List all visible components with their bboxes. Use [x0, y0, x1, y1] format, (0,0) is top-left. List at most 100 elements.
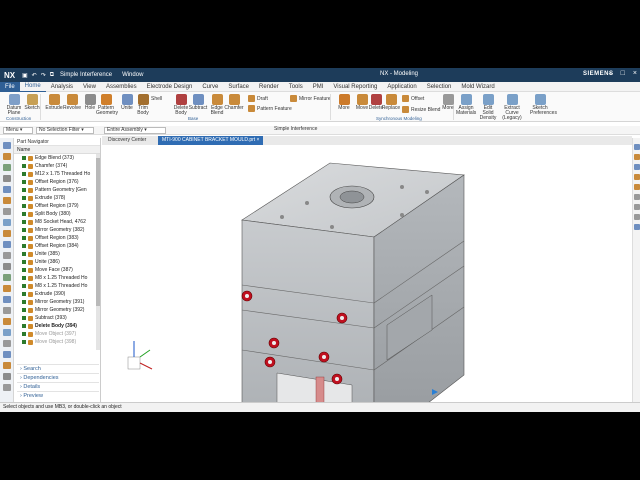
resource-bar-icon[interactable] [3, 219, 11, 226]
checkmark-icon[interactable] [22, 260, 26, 264]
resource-bar-icon[interactable] [3, 197, 11, 204]
checkmark-icon[interactable] [22, 276, 26, 280]
resource-bar-icon[interactable] [3, 142, 11, 149]
pattern-geometry-button[interactable]: Pattern Geometry [96, 94, 118, 116]
feature-tree-item[interactable]: M8 x 1.25 Threaded Ho [14, 282, 100, 290]
checkmark-icon[interactable] [22, 252, 26, 256]
tab-home[interactable]: Home [19, 81, 46, 93]
tab-active-part[interactable]: MTI-900 CABINET BRACKET MOULD.prt × [158, 136, 264, 145]
resource-bar-icon[interactable] [3, 274, 11, 281]
tab-application[interactable]: Application [382, 82, 421, 92]
sketch-preferences-button[interactable]: Sketch Preferences [530, 94, 557, 116]
tab-assemblies[interactable]: Assemblies [101, 82, 142, 92]
resource-bar-icon[interactable] [3, 340, 11, 347]
mold-model[interactable] [102, 145, 632, 402]
checkmark-icon[interactable] [22, 204, 26, 208]
tab-tools[interactable]: Tools [284, 82, 308, 92]
checkmark-icon[interactable] [22, 196, 26, 200]
copy-icon[interactable]: ⧉ [50, 72, 54, 79]
checkmark-icon[interactable] [22, 172, 26, 176]
panel-search[interactable]: › Search [17, 364, 99, 373]
offset-button[interactable]: Offset [402, 95, 424, 102]
graphics-viewport[interactable] [102, 145, 632, 402]
feature-tree-item[interactable]: Mirror Geometry (382) [14, 226, 100, 234]
checkmark-icon[interactable] [22, 156, 26, 160]
feature-tree-item[interactable]: Edge Blend (373) [14, 154, 100, 162]
feature-tree-item[interactable]: M8 Socket Head, 4762 [14, 218, 100, 226]
tab-render[interactable]: Render [254, 82, 284, 92]
feature-tree-item[interactable]: Pattern Geometry [Gen [14, 186, 100, 194]
maximize-icon[interactable]: □ [621, 70, 625, 77]
view-tool-icon[interactable] [634, 164, 640, 170]
chamfer-button[interactable]: Chamfer [224, 94, 244, 111]
checkmark-icon[interactable] [22, 228, 26, 232]
checkmark-icon[interactable] [22, 300, 26, 304]
checkmark-icon[interactable] [22, 236, 26, 240]
feature-tree-item[interactable]: Unite (385) [14, 250, 100, 258]
save-icon[interactable]: ▣ [22, 72, 28, 79]
resource-bar-icon[interactable] [3, 362, 11, 369]
checkmark-icon[interactable] [22, 340, 26, 344]
view-tool-icon[interactable] [634, 204, 640, 210]
checkmark-icon[interactable] [22, 268, 26, 272]
resource-bar-icon[interactable] [3, 164, 11, 171]
pattern-feature-button[interactable]: Pattern Feature [248, 105, 292, 112]
trim-body-button[interactable]: Trim Body [133, 94, 153, 116]
tab-selection[interactable]: Selection [422, 82, 457, 92]
tab-view[interactable]: View [78, 82, 101, 92]
navigator-scrollbar[interactable] [96, 154, 100, 350]
feature-tree-item[interactable]: Delete Body (394) [14, 322, 100, 330]
view-tool-icon[interactable] [634, 194, 640, 200]
feature-tree-item[interactable]: Chamfer (374) [14, 162, 100, 170]
panel-details[interactable]: › Details [17, 382, 99, 391]
extract-curve-legacy-button[interactable]: Extract Curve (Legacy) [502, 94, 522, 121]
tab-visual-reporting[interactable]: Visual Reporting [328, 82, 382, 92]
extrude-button[interactable]: Extrude [44, 94, 64, 111]
feature-tree-item[interactable]: M8 x 1.25 Threaded Ho [14, 274, 100, 282]
name-column-header[interactable]: Name [14, 146, 100, 154]
close-icon[interactable]: × [633, 70, 637, 77]
resource-bar-icon[interactable] [3, 307, 11, 314]
feature-tree-item[interactable]: Unite (386) [14, 258, 100, 266]
feature-tree-item[interactable]: Offset Region (383) [14, 234, 100, 242]
tab-curve[interactable]: Curve [197, 82, 223, 92]
draft-button[interactable]: Draft [248, 95, 268, 102]
window-menu[interactable]: Window [122, 72, 143, 78]
scrollbar-thumb[interactable] [96, 158, 100, 306]
resource-bar-icon[interactable] [3, 263, 11, 270]
minimize-icon[interactable]: – [609, 70, 613, 77]
tab-mold-wizard[interactable]: Mold Wizard [456, 82, 499, 92]
checkmark-icon[interactable] [22, 220, 26, 224]
feature-tree-item[interactable]: Offset Region (379) [14, 202, 100, 210]
resource-bar-icon[interactable] [3, 241, 11, 248]
checkmark-icon[interactable] [22, 332, 26, 336]
feature-tree-item[interactable]: M12 x 1.75 Threaded Ho [14, 170, 100, 178]
checkmark-icon[interactable] [22, 308, 26, 312]
resource-bar-icon[interactable] [3, 351, 11, 358]
resource-bar-icon[interactable] [3, 285, 11, 292]
resize-blend-button[interactable]: Resize Blend [402, 106, 440, 113]
resource-bar-icon[interactable] [3, 208, 11, 215]
tab-analysis[interactable]: Analysis [46, 82, 78, 92]
panel-dependencies[interactable]: › Dependencies [17, 373, 99, 382]
feature-tree-item[interactable]: Move Object (398) [14, 338, 100, 346]
feature-tree-item[interactable]: Mirror Geometry (391) [14, 298, 100, 306]
resource-bar-icon[interactable] [3, 230, 11, 237]
menu-dropdown[interactable]: Menu ▾ [3, 127, 33, 134]
replace-button[interactable]: Replace [381, 94, 401, 111]
resource-bar-icon[interactable] [3, 329, 11, 336]
feature-tree-item[interactable]: Extrude (378) [14, 194, 100, 202]
resource-bar-icon[interactable] [3, 296, 11, 303]
feature-tree-item[interactable]: Offset Region (376) [14, 178, 100, 186]
more-button[interactable]: More [334, 94, 354, 111]
checkmark-icon[interactable] [22, 188, 26, 192]
edit-solid-density-button[interactable]: Edit Solid Density [478, 94, 498, 121]
assign-materials-button[interactable]: Assign Materials [456, 94, 476, 116]
redo-icon[interactable]: ↷ [41, 72, 46, 79]
revolve-button[interactable]: Revolve [62, 94, 82, 111]
checkmark-icon[interactable] [22, 244, 26, 248]
resource-bar-icon[interactable] [3, 175, 11, 182]
feature-tree-item[interactable]: Move Object (397) [14, 330, 100, 338]
feature-tree-item[interactable]: Split Body (380) [14, 210, 100, 218]
tab-surface[interactable]: Surface [223, 82, 254, 92]
